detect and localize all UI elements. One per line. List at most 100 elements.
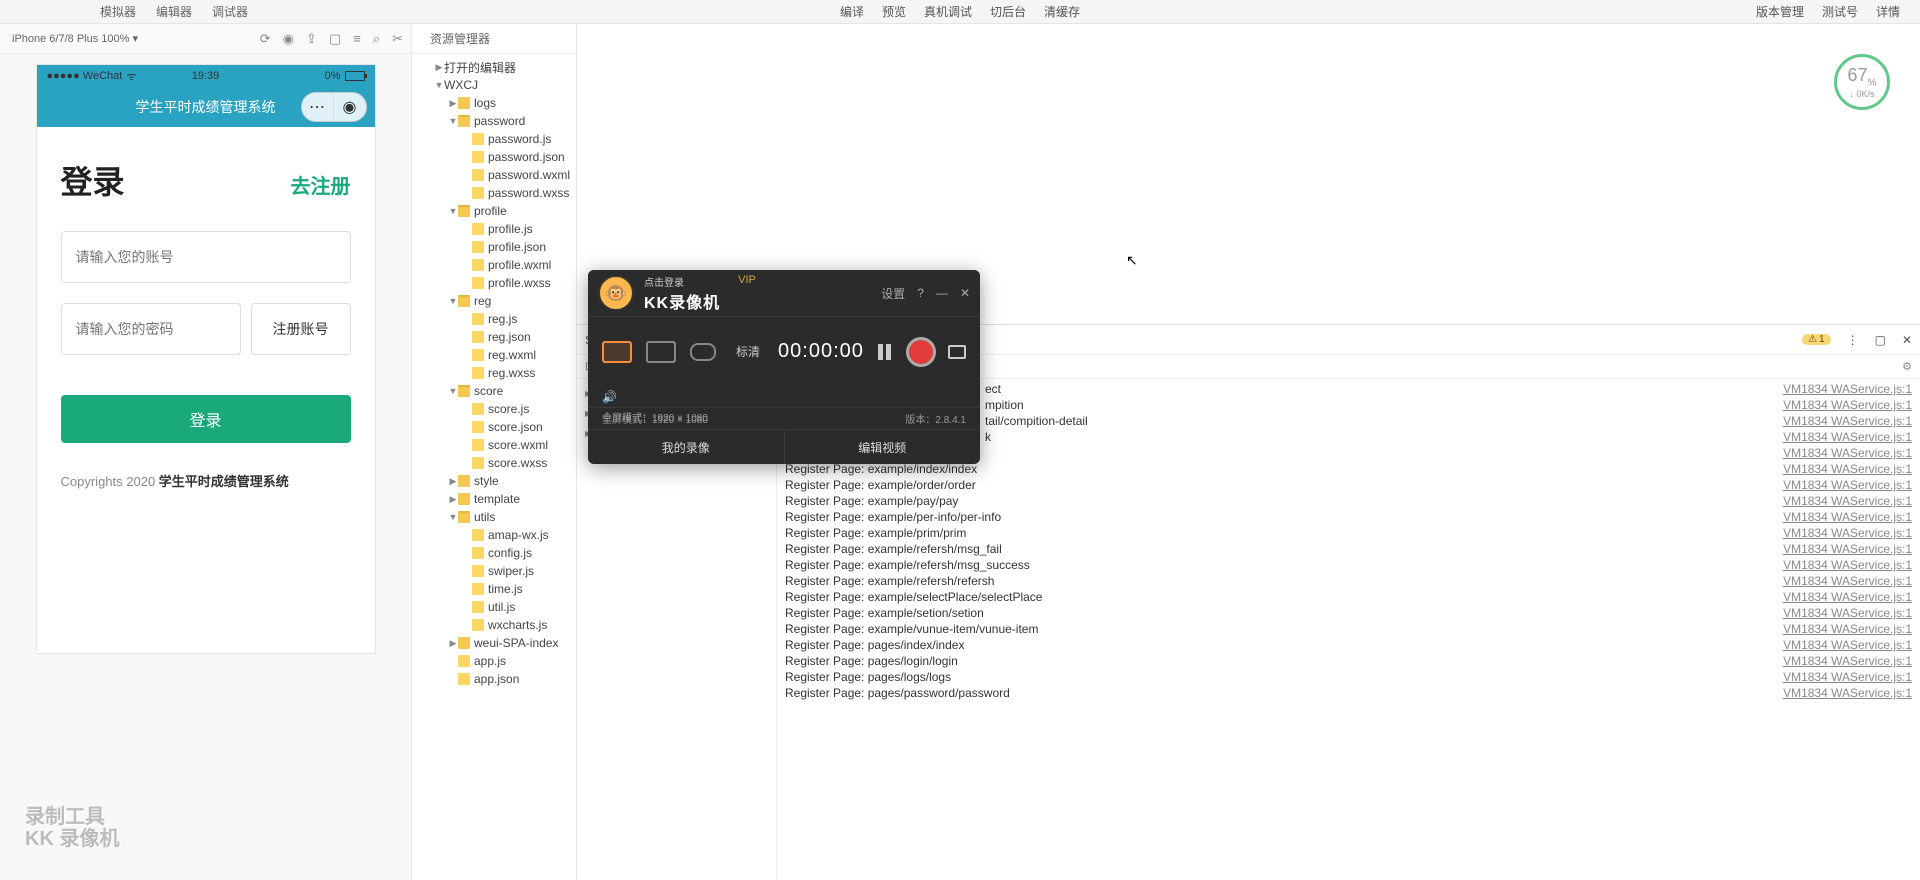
- console-line: Register Page: pages/password/passwordVM…: [777, 685, 1920, 701]
- tree-item[interactable]: ▶weui-SPA-index: [412, 634, 576, 652]
- tree-root[interactable]: ▶打开的编辑器: [412, 58, 576, 76]
- devtools-more-icon[interactable]: ⋮: [1847, 333, 1859, 347]
- tree-item[interactable]: password.js: [412, 130, 576, 148]
- tab-debugger[interactable]: 调试器: [212, 3, 248, 20]
- cut-icon[interactable]: ✂: [392, 31, 403, 47]
- my-recordings-button[interactable]: 我的录像: [588, 430, 785, 464]
- tree-item[interactable]: reg.wxml: [412, 346, 576, 364]
- recorder-minimize-icon[interactable]: —: [936, 286, 948, 300]
- sim-toolbar: iPhone 6/7/8 Plus 100% ▾ ⟳ ◉ ⇪ ▢ ≡ ⌕ ✂: [0, 24, 411, 54]
- tree-item[interactable]: profile.json: [412, 238, 576, 256]
- login-button[interactable]: 登录: [61, 395, 351, 443]
- go-register-link[interactable]: 去注册: [291, 170, 351, 199]
- tree-item[interactable]: score.wxml: [412, 436, 576, 454]
- tree-item[interactable]: app.js: [412, 652, 576, 670]
- menu-icon[interactable]: ≡: [353, 31, 361, 47]
- record-icon[interactable]: ◉: [283, 31, 294, 47]
- tab-editor[interactable]: 编辑器: [156, 3, 192, 20]
- recorder-login-link[interactable]: 点击登录: [644, 274, 720, 289]
- recorder-close-icon[interactable]: ✕: [960, 286, 970, 300]
- status-time: 19:39: [192, 70, 220, 82]
- recorder-settings[interactable]: 设置: [881, 285, 905, 302]
- tree-item[interactable]: ▼password: [412, 112, 576, 130]
- btn-preview[interactable]: 预览: [882, 3, 906, 20]
- btn-version[interactable]: 版本管理: [1756, 3, 1804, 20]
- tree-item[interactable]: reg.json: [412, 328, 576, 346]
- register-button[interactable]: 注册账号: [251, 303, 351, 355]
- tree-item[interactable]: ▶template: [412, 490, 576, 508]
- btn-compile[interactable]: 编译: [840, 3, 864, 20]
- devtools-close-icon[interactable]: ✕: [1902, 333, 1912, 347]
- password-input[interactable]: [76, 321, 226, 337]
- console-line: Register Page: example/vunue-item/vunue-…: [777, 621, 1920, 637]
- performance-gauge[interactable]: 67% ↓ 0K/s: [1834, 54, 1890, 110]
- tab-simulator[interactable]: 模拟器: [100, 3, 136, 20]
- tree-item[interactable]: reg.js: [412, 310, 576, 328]
- btn-remote-debug[interactable]: 真机调试: [924, 3, 972, 20]
- console-settings-icon[interactable]: ⚙: [1902, 360, 1912, 373]
- devtools-dock-icon[interactable]: ▢: [1875, 333, 1886, 347]
- tree-item[interactable]: password.wxss: [412, 184, 576, 202]
- tree-root[interactable]: ▼WXCJ: [412, 76, 576, 94]
- tree-item[interactable]: ▼score: [412, 382, 576, 400]
- tree-item[interactable]: wxcharts.js: [412, 616, 576, 634]
- tree-item[interactable]: config.js: [412, 544, 576, 562]
- nav-capsule[interactable]: ⋯ ◉: [301, 92, 367, 122]
- tree-item[interactable]: ▼reg: [412, 292, 576, 310]
- tree-item[interactable]: profile.js: [412, 220, 576, 238]
- mode-game-icon[interactable]: [690, 343, 716, 361]
- tree-item[interactable]: score.json: [412, 418, 576, 436]
- console-line: Register Page: example/prim/primVM1834 W…: [777, 525, 1920, 541]
- recorder-vip-badge[interactable]: VIP: [738, 274, 756, 286]
- tree-item[interactable]: util.js: [412, 598, 576, 616]
- quality-label[interactable]: 标清: [736, 343, 760, 360]
- tree-item[interactable]: score.js: [412, 400, 576, 418]
- search-icon[interactable]: ⌕: [373, 31, 380, 47]
- recorder-help-icon[interactable]: ?: [917, 286, 924, 300]
- screenshot-button[interactable]: [948, 345, 966, 359]
- record-button[interactable]: [906, 337, 936, 367]
- copyright: Copyrights 2020 学生平时成绩管理系统: [61, 471, 351, 490]
- tree-item[interactable]: score.wxss: [412, 454, 576, 472]
- tree-item[interactable]: password.wxml: [412, 166, 576, 184]
- tree-item[interactable]: app.json: [412, 670, 576, 688]
- share-icon[interactable]: ⇪: [306, 31, 317, 47]
- login-form: 登录 去注册 注册账号 登录 Copyrights 2020 学生平: [37, 127, 375, 653]
- console-line: Register Page: pages/login/loginVM1834 W…: [777, 653, 1920, 669]
- warning-badge[interactable]: ⚠ 1: [1802, 334, 1831, 345]
- tree-item[interactable]: profile.wxss: [412, 274, 576, 292]
- tree-item[interactable]: reg.wxss: [412, 364, 576, 382]
- recorder-window[interactable]: 🐵 点击登录 KK录像机 VIP 设置 ? — ✕ 标清 00:00:00 🔊 …: [588, 270, 980, 464]
- tree-item[interactable]: swiper.js: [412, 562, 576, 580]
- btn-test-account[interactable]: 测试号: [1822, 3, 1858, 20]
- split-icon[interactable]: ▢: [329, 31, 341, 47]
- capsule-close-icon[interactable]: ◉: [334, 93, 366, 121]
- btn-details[interactable]: 详情: [1876, 3, 1900, 20]
- password-input-wrap[interactable]: [61, 303, 241, 355]
- tree-item[interactable]: ▼profile: [412, 202, 576, 220]
- account-input-wrap[interactable]: [61, 231, 351, 283]
- recorder-title: KK录像机: [644, 289, 720, 313]
- tree-item[interactable]: ▼utils: [412, 508, 576, 526]
- tree-item[interactable]: amap-wx.js: [412, 526, 576, 544]
- tree-item[interactable]: time.js: [412, 580, 576, 598]
- btn-clear-cache[interactable]: 清缓存: [1044, 3, 1080, 20]
- btn-background[interactable]: 切后台: [990, 3, 1026, 20]
- account-input[interactable]: [76, 249, 336, 265]
- record-mode-text: 全屏模式：1920 × 1080: [602, 409, 708, 424]
- capsule-more-icon[interactable]: ⋯: [302, 93, 334, 121]
- tree-item[interactable]: profile.wxml: [412, 256, 576, 274]
- mode-region-icon[interactable]: [646, 341, 676, 363]
- tree-item[interactable]: password.json: [412, 148, 576, 166]
- tree-item[interactable]: ▶style: [412, 472, 576, 490]
- rotate-icon[interactable]: ⟳: [260, 31, 271, 47]
- speaker-icon[interactable]: 🔊: [602, 390, 617, 404]
- mode-screen-icon[interactable]: [602, 341, 632, 363]
- pause-button[interactable]: [878, 344, 894, 360]
- file-tree[interactable]: ▶打开的编辑器▼WXCJ▶logs▼passwordpassword.jspas…: [412, 54, 576, 692]
- tree-item[interactable]: ▶logs: [412, 94, 576, 112]
- console-line: Register Page: pages/logs/logsVM1834 WAS…: [777, 669, 1920, 685]
- device-select[interactable]: iPhone 6/7/8 Plus 100% ▾: [8, 30, 142, 47]
- edit-video-button[interactable]: 编辑视频: [785, 430, 981, 464]
- phone-nav-bar: 学生平时成绩管理系统 ⋯ ◉: [37, 87, 375, 127]
